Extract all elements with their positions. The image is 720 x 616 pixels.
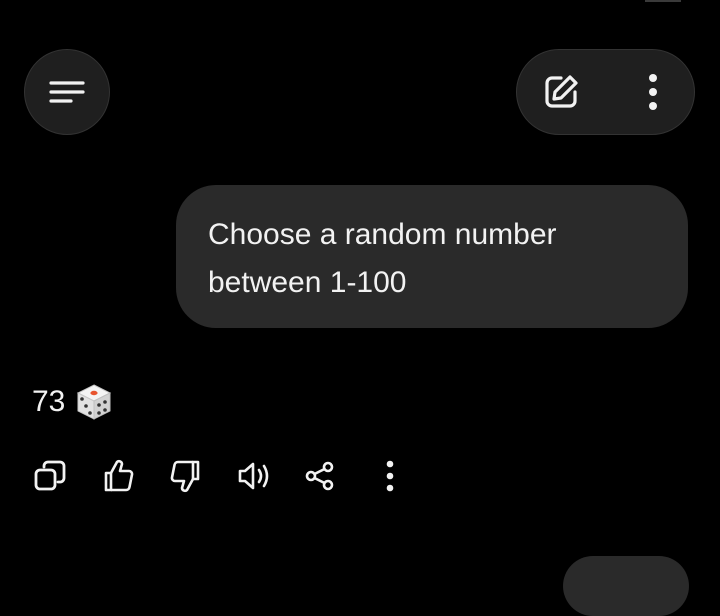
thumbs-up-icon <box>102 459 134 493</box>
share-icon <box>304 460 336 492</box>
more-vertical-icon <box>385 459 395 493</box>
dice-icon <box>75 383 113 421</box>
new-chat-button[interactable] <box>531 50 591 134</box>
edit-pencil-icon <box>541 72 581 112</box>
response-toolbar <box>0 448 720 504</box>
thumbs-down-icon <box>170 459 202 493</box>
menu-lines-icon <box>49 79 85 105</box>
more-vertical-icon <box>647 72 659 112</box>
header-actions <box>516 49 695 135</box>
more-options-button[interactable] <box>625 50 681 134</box>
share-button[interactable] <box>292 448 348 504</box>
read-aloud-button[interactable] <box>226 448 282 504</box>
copy-icon <box>33 459 67 493</box>
next-message-bubble <box>563 556 689 616</box>
thumbs-down-button[interactable] <box>158 448 214 504</box>
copy-button[interactable] <box>22 448 78 504</box>
user-message-text: Choose a random number between 1-100 <box>208 218 557 299</box>
assistant-response-text: 73 <box>32 385 66 418</box>
read-aloud-icon <box>236 459 272 493</box>
status-indicator <box>645 0 681 2</box>
thumbs-up-button[interactable] <box>90 448 146 504</box>
more-actions-button[interactable] <box>362 448 418 504</box>
user-message-bubble: Choose a random number between 1-100 <box>176 185 688 328</box>
menu-button[interactable] <box>24 49 110 135</box>
assistant-response: 73 <box>32 380 113 424</box>
